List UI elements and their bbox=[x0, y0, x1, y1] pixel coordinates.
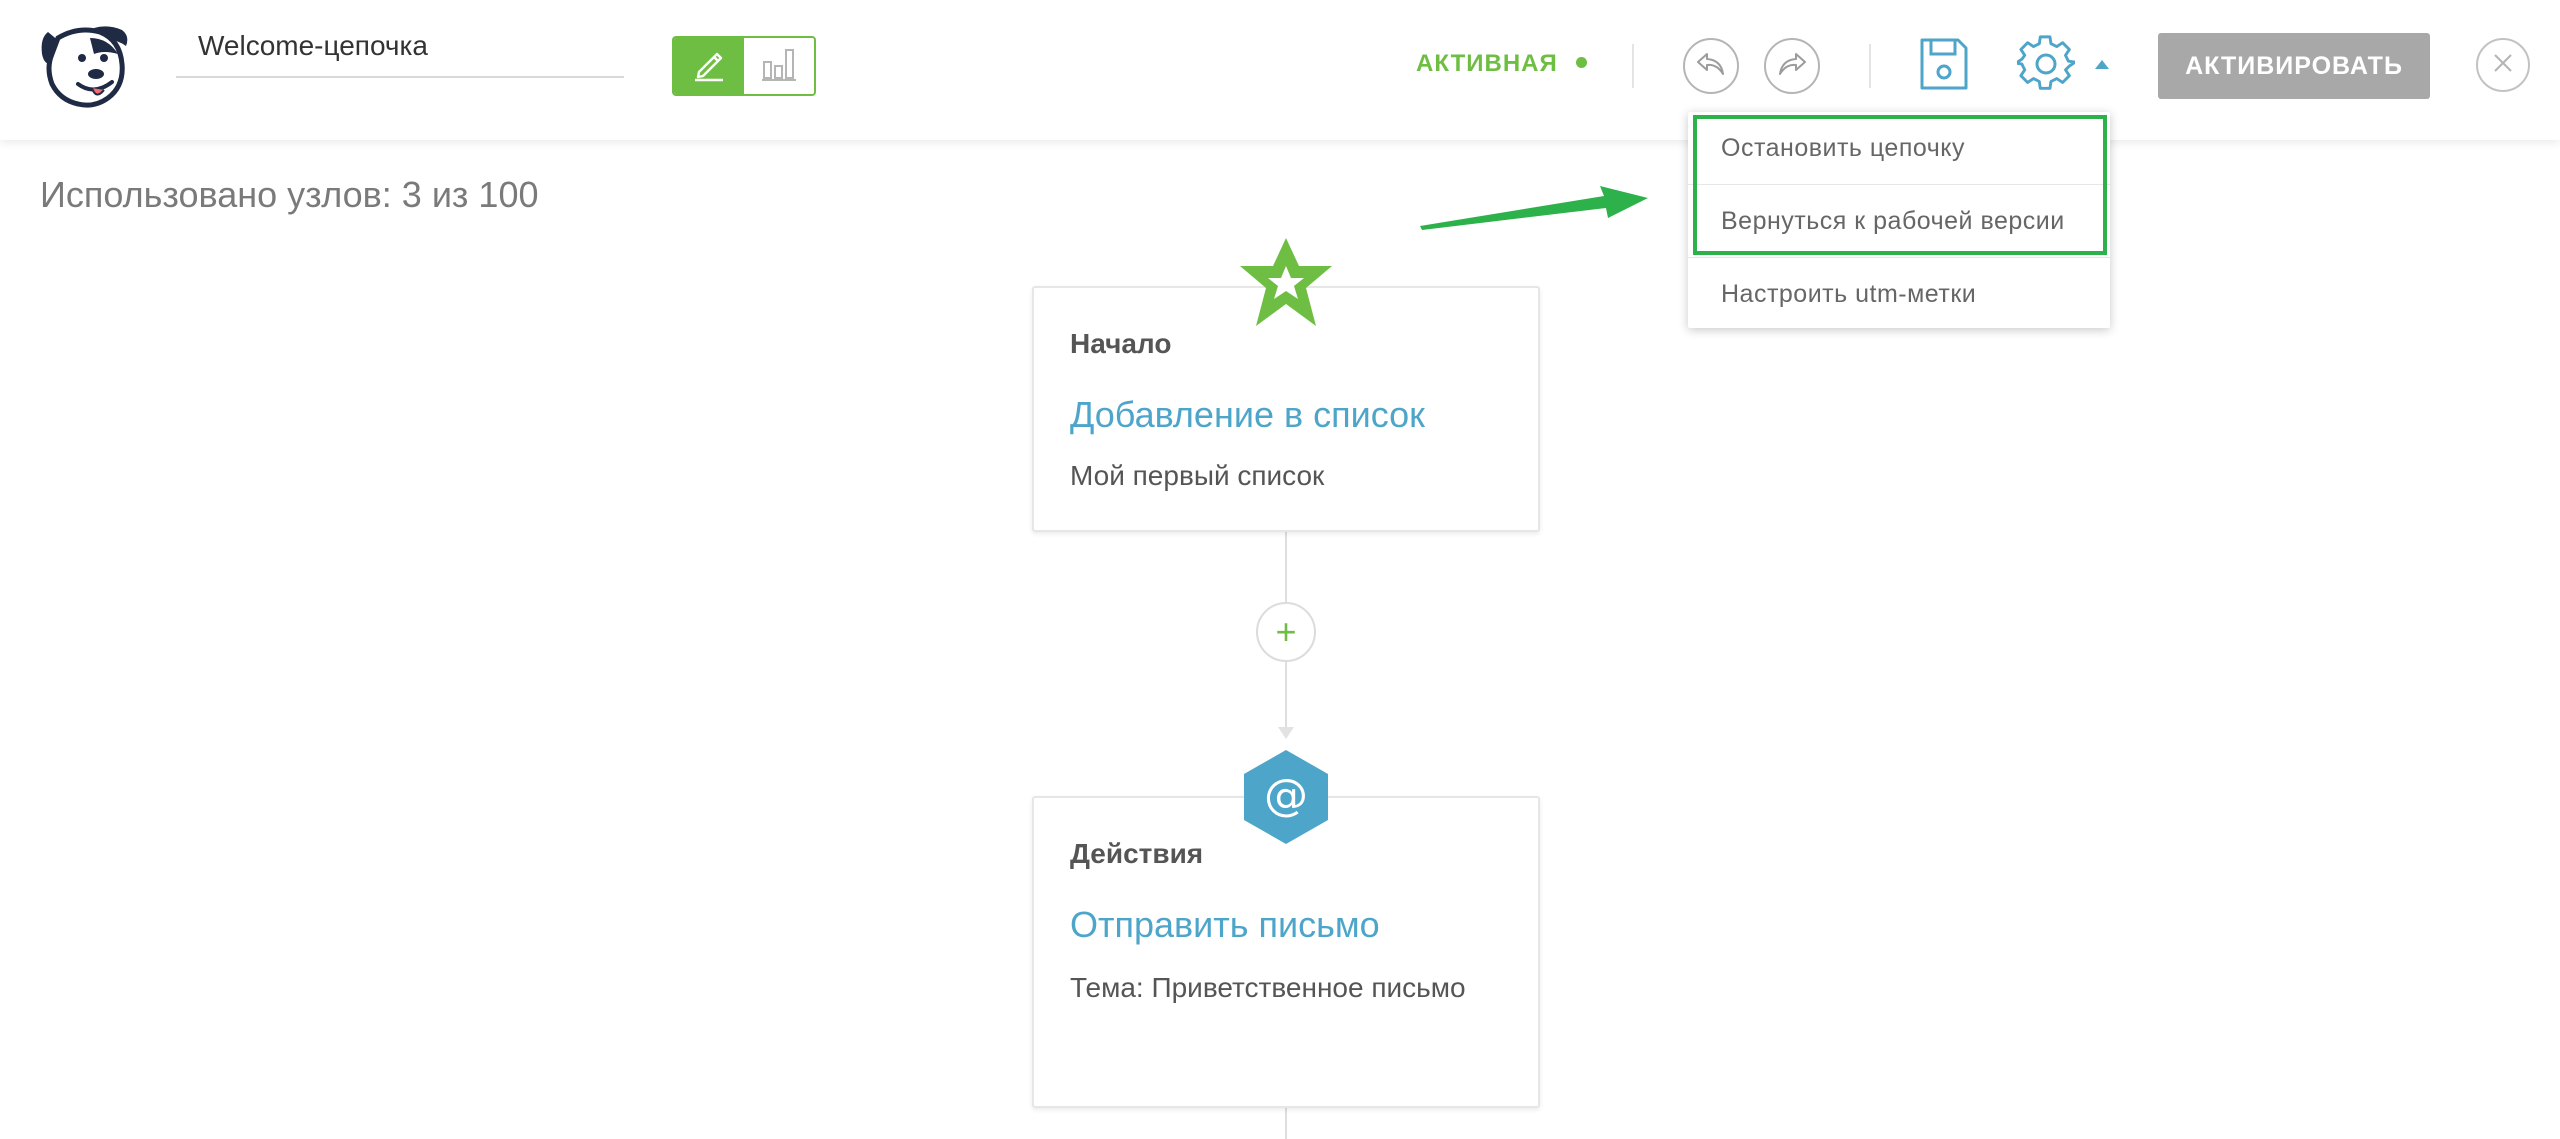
menu-item-utm-settings[interactable]: Настроить utm-метки bbox=[1688, 257, 2110, 330]
divider bbox=[1869, 44, 1871, 88]
status-label: АКТИВНАЯ bbox=[1416, 50, 1558, 77]
save-button[interactable] bbox=[1916, 36, 1972, 96]
redo-icon bbox=[1776, 50, 1808, 83]
nodes-usage-counter: Использовано узлов: 3 из 100 bbox=[40, 174, 539, 215]
status-dot bbox=[1575, 57, 1587, 69]
flow-connector bbox=[1285, 662, 1287, 734]
close-icon bbox=[2492, 52, 2514, 79]
chain-name-input[interactable]: Welcome-цепочка bbox=[176, 20, 624, 78]
node-type-label: Начало bbox=[1070, 328, 1172, 359]
settings-dropdown-menu: Остановить цепочку Вернуться к рабочей в… bbox=[1688, 112, 2110, 328]
top-bar: Welcome-цепочка АКТИВНАЯ АКТИВИРОВАТЬ bbox=[0, 0, 2560, 140]
dog-logo-icon[interactable] bbox=[38, 24, 134, 108]
redo-button[interactable] bbox=[1764, 38, 1820, 94]
flow-connector bbox=[1285, 1106, 1287, 1139]
bar-chart-icon bbox=[760, 46, 798, 87]
activate-button[interactable]: АКТИВИРОВАТЬ bbox=[2158, 33, 2430, 99]
view-toggle bbox=[672, 36, 816, 96]
undo-button[interactable] bbox=[1683, 38, 1739, 94]
stats-mode-button[interactable] bbox=[744, 38, 814, 94]
add-node-button[interactable]: + bbox=[1256, 602, 1316, 662]
node-title[interactable]: Отправить письмо bbox=[1070, 904, 1380, 946]
menu-item-revert-version[interactable]: Вернуться к рабочей версии bbox=[1688, 184, 2110, 257]
node-type-label: Действия bbox=[1070, 838, 1204, 869]
connector-arrow-icon bbox=[1277, 726, 1295, 745]
status-badge: АКТИВНАЯ bbox=[1416, 50, 1587, 78]
menu-item-stop-chain[interactable]: Остановить цепочку bbox=[1688, 112, 2110, 184]
email-at-icon: @ bbox=[1240, 748, 1332, 851]
node-subtitle: Мой первый список bbox=[1070, 460, 1325, 491]
annotation-arrow bbox=[1418, 178, 1650, 234]
pencil-icon bbox=[691, 46, 727, 87]
divider bbox=[1632, 44, 1634, 88]
flow-connector bbox=[1285, 530, 1287, 602]
gear-icon bbox=[2014, 34, 2077, 98]
node-subtitle: Тема: Приветственное письмо bbox=[1070, 972, 1466, 1003]
undo-icon bbox=[1695, 50, 1727, 83]
node-title[interactable]: Добавление в список bbox=[1070, 394, 1425, 436]
caret-up-icon[interactable] bbox=[2092, 56, 2112, 72]
star-icon bbox=[1236, 236, 1336, 335]
save-icon bbox=[1918, 36, 1970, 97]
edit-mode-button[interactable] bbox=[674, 38, 744, 94]
svg-text:@: @ bbox=[1264, 770, 1308, 821]
close-button[interactable] bbox=[2476, 38, 2530, 92]
settings-button[interactable] bbox=[2014, 34, 2077, 98]
